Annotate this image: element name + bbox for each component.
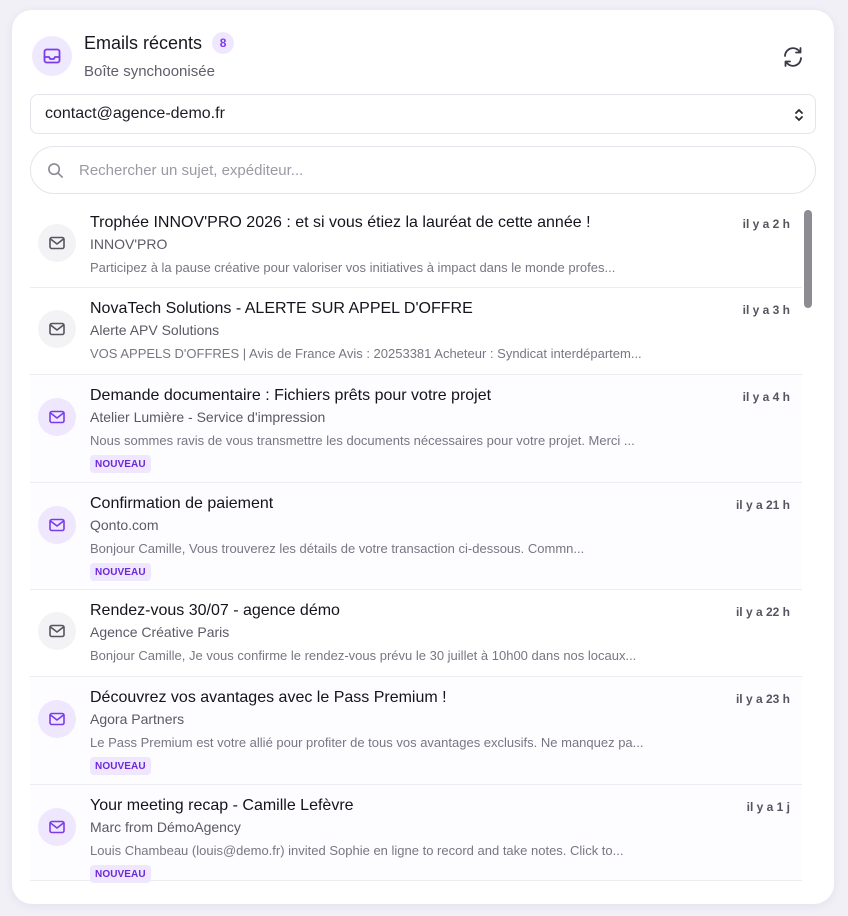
email-time: il y a 1 j (746, 800, 790, 814)
card-title: Emails récents (84, 32, 203, 53)
email-sender: Agora Partners (90, 711, 185, 727)
email-preview: Nous sommes ravis de vous transmettre le… (90, 433, 635, 448)
refresh-icon (784, 47, 802, 67)
search-input[interactable] (79, 147, 799, 193)
mail-icon (38, 700, 76, 738)
inbox-icon (32, 36, 72, 76)
email-time: il y a 3 h (742, 303, 790, 317)
chevron-updown-icon (795, 109, 803, 121)
email-preview: Bonjour Camille, Je vous confirme le ren… (90, 648, 637, 663)
email-row[interactable]: NovaTech Solutions - ALERTE SUR APPEL D'… (30, 288, 802, 375)
mail-icon (38, 506, 76, 544)
email-sender: INNOV'PRO (90, 236, 168, 252)
email-time: il y a 4 h (742, 390, 790, 404)
recent-emails-card: Emails récents 8 Boîte synchoonisée cont… (12, 10, 834, 904)
new-badge: NOUVEAU (90, 757, 151, 775)
email-subject: Confirmation de paiement (90, 495, 274, 512)
email-sender: Qonto.com (90, 517, 159, 533)
email-time: il y a 22 h (735, 605, 790, 619)
mail-icon (38, 612, 76, 650)
mail-icon (38, 808, 76, 846)
email-subject: Demande documentaire : Fichiers prêts po… (90, 387, 492, 404)
new-badge: NOUVEAU (90, 865, 151, 883)
email-sender: Alerte APV Solutions (90, 322, 220, 338)
email-list: Trophée INNOV'PRO 2026 : et si vous étie… (30, 202, 802, 902)
email-time: il y a 23 h (735, 692, 790, 706)
email-row[interactable]: Demande documentaire : Fichiers prêts po… (30, 375, 802, 483)
email-row[interactable]: Confirmation de paiement il y a 21 h Qonto… (30, 483, 802, 590)
email-count-badge: 8 (212, 32, 235, 54)
email-time: il y a 21 h (735, 498, 790, 512)
email-subject: Rendez-vous 30/07 - agence démo (90, 602, 340, 619)
email-row[interactable]: Rendez-vous 30/07 - agence démo il y a 22… (30, 590, 802, 677)
email-sender: Atelier Lumière - Service d'impression (90, 409, 326, 425)
email-row[interactable]: Découvrez vos avantages avec le Pass Pre… (30, 677, 802, 785)
email-preview: Bonjour Camille, Vous trouverez les déta… (90, 541, 585, 556)
search-icon (48, 163, 63, 178)
email-time: il y a 2 h (742, 217, 790, 231)
email-sender: Agence Créative Paris (90, 624, 230, 640)
email-subject: NovaTech Solutions - ALERTE SUR APPEL D'… (90, 300, 473, 317)
email-preview: Louis Chambeau (louis@demo.fr) invited S… (90, 843, 624, 858)
email-subject: Découvrez vos avantages avec le Pass Pre… (90, 689, 447, 706)
email-sender: Marc from DémoAgency (90, 819, 241, 835)
account-select[interactable]: contact@agence-demo.fr (30, 94, 816, 134)
account-select-value: contact@agence-demo.fr (45, 105, 225, 122)
email-subject: Trophée INNOV'PRO 2026 : et si vous étie… (90, 214, 591, 231)
mail-icon (38, 310, 76, 348)
search-box (30, 146, 816, 194)
new-badge: NOUVEAU (90, 455, 151, 473)
email-preview: VOS APPELS D'OFFRES | Avis de France Avi… (90, 346, 642, 361)
email-preview: Le Pass Premium est votre allié pour pro… (90, 735, 644, 750)
new-badge: NOUVEAU (90, 563, 151, 581)
email-subject: Your meeting recap - Camille Lefèvre (90, 797, 354, 814)
title-row: Emails récents 8 (84, 32, 235, 54)
email-row[interactable]: Your meeting recap - Camille Lefèvre il y… (30, 785, 802, 883)
email-row[interactable]: Trophée INNOV'PRO 2026 : et si vous étie… (30, 202, 802, 288)
card-header: Emails récents 8 Boîte synchoonisée (32, 32, 814, 88)
mail-icon (38, 398, 76, 436)
email-preview: Participez à la pause créative pour valo… (90, 260, 616, 275)
mail-icon (38, 224, 76, 262)
scrollbar-thumb[interactable] (804, 210, 812, 308)
refresh-button[interactable] (778, 42, 808, 72)
sync-status: Boîte synchoonisée (84, 63, 215, 80)
